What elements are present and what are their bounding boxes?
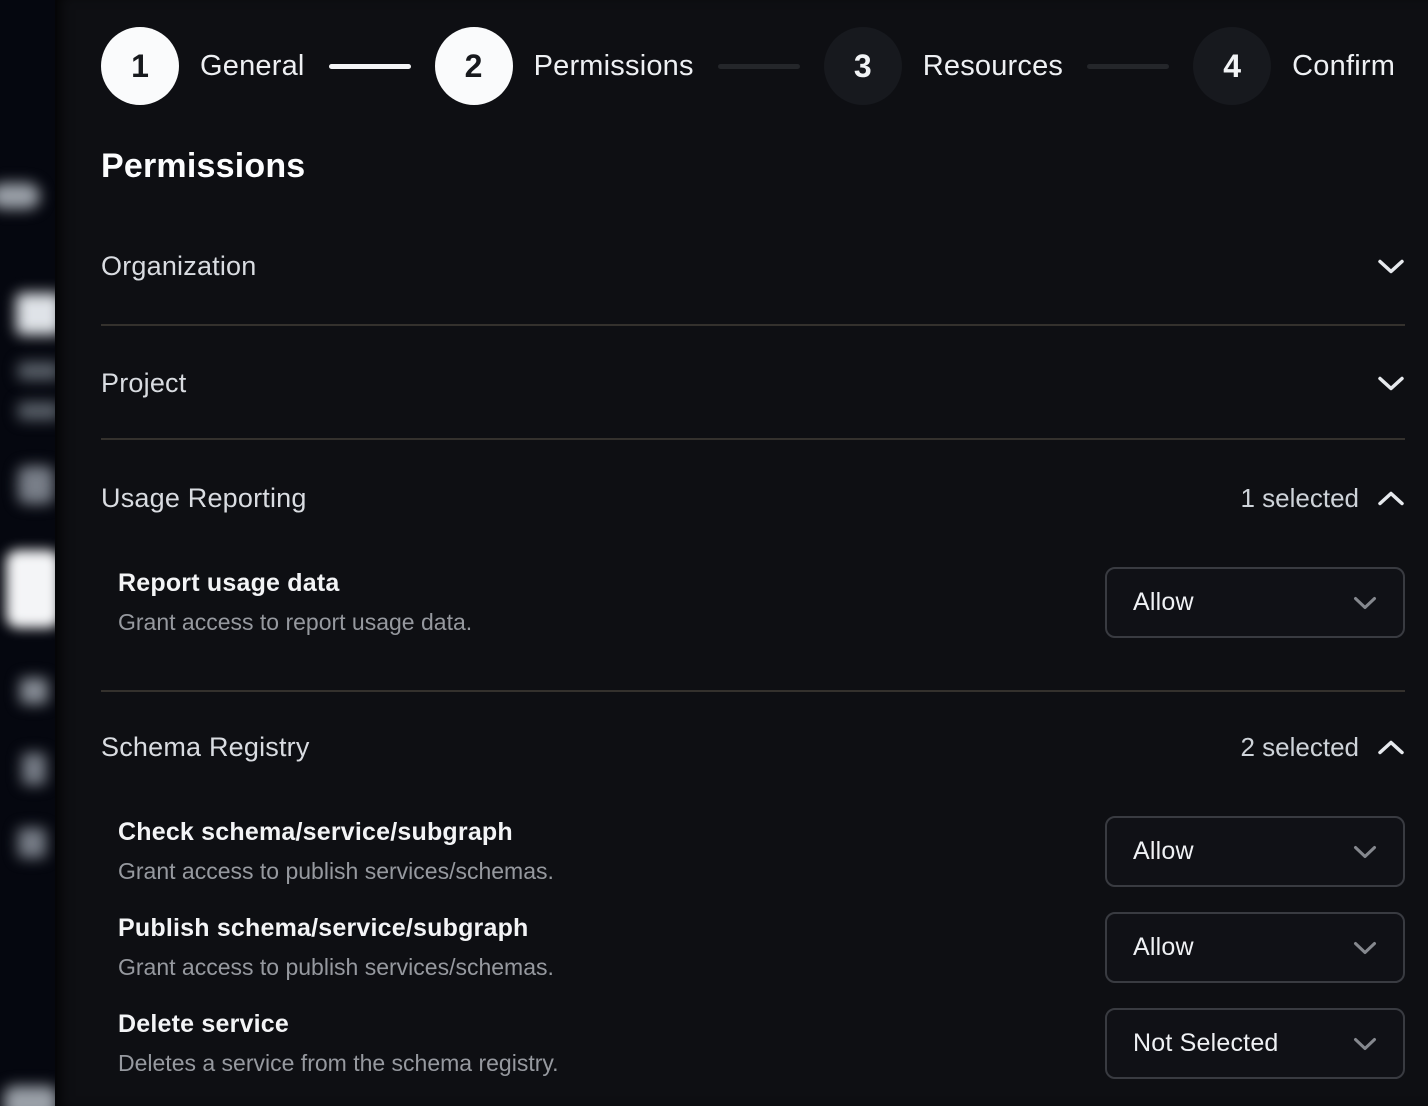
permission-row: Publish schema/service/subgraph Grant ac…	[101, 912, 1405, 983]
blurred-sidebar-item	[4, 1086, 55, 1106]
blurred-sidebar-item	[18, 466, 54, 504]
chevron-down-icon	[1377, 375, 1405, 392]
blurred-sidebar-item	[18, 402, 55, 420]
chevron-down-icon	[1353, 941, 1377, 955]
blurred-sidebar-item	[22, 753, 46, 785]
step-number-badge: 3	[824, 27, 902, 105]
step-label: Permissions	[534, 50, 694, 83]
step-label: General	[200, 50, 305, 83]
permission-select-publish-schema[interactable]: Allow	[1105, 912, 1405, 983]
section-title: Organization	[101, 251, 257, 282]
section-title: Usage Reporting	[101, 483, 307, 514]
step-label: Confirm	[1292, 50, 1395, 83]
step-general[interactable]: 1 General	[101, 27, 305, 105]
permission-title: Publish schema/service/subgraph	[118, 914, 554, 943]
step-label: Resources	[923, 50, 1063, 83]
chevron-down-icon	[1353, 845, 1377, 859]
permission-select-report-usage-data[interactable]: Allow	[1105, 567, 1405, 638]
section-title: Schema Registry	[101, 732, 310, 763]
chevron-down-icon	[1353, 596, 1377, 610]
step-number-badge: 1	[101, 27, 179, 105]
chevron-down-icon	[1353, 1037, 1377, 1051]
permission-row: Report usage data Grant access to report…	[101, 567, 1405, 638]
selected-count-badge: 2 selected	[1240, 732, 1359, 763]
step-permissions[interactable]: 2 Permissions	[435, 27, 694, 105]
blurred-sidebar-item	[0, 183, 40, 209]
step-connector	[1087, 64, 1169, 69]
blurred-sidebar-active-card	[6, 550, 55, 628]
section-title: Project	[101, 368, 186, 399]
step-confirm[interactable]: 4 Confirm	[1193, 27, 1395, 105]
divider	[101, 690, 1405, 692]
permission-title: Check schema/service/subgraph	[118, 818, 554, 847]
section-header-project[interactable]: Project	[101, 368, 1405, 398]
wizard-stepper: 1 General 2 Permissions 3 Resources 4 Co…	[101, 27, 1405, 105]
blurred-sidebar-item	[16, 293, 55, 335]
app-root: 1 General 2 Permissions 3 Resources 4 Co…	[0, 0, 1428, 1106]
page-title: Permissions	[101, 147, 1405, 185]
chevron-up-icon	[1377, 739, 1405, 756]
permission-description: Deletes a service from the schema regist…	[118, 1050, 559, 1077]
chevron-down-icon	[1377, 258, 1405, 275]
chevron-up-icon	[1377, 490, 1405, 507]
permission-select-delete-service[interactable]: Not Selected	[1105, 1008, 1405, 1079]
blurred-sidebar-item	[18, 362, 55, 380]
permission-row: Check schema/service/subgraph Grant acce…	[101, 816, 1405, 887]
create-wizard-modal: 1 General 2 Permissions 3 Resources 4 Co…	[55, 0, 1428, 1106]
section-header-organization[interactable]: Organization	[101, 251, 1405, 281]
permission-title: Delete service	[118, 1010, 559, 1039]
selected-count-badge: 1 selected	[1240, 483, 1359, 514]
step-connector	[329, 64, 411, 69]
step-resources[interactable]: 3 Resources	[824, 27, 1063, 105]
permission-row: Delete service Deletes a service from th…	[101, 1008, 1405, 1079]
select-value: Not Selected	[1133, 1029, 1279, 1058]
select-value: Allow	[1133, 837, 1194, 866]
permission-description: Grant access to publish services/schemas…	[118, 858, 554, 885]
divider	[101, 324, 1405, 326]
permission-title: Report usage data	[118, 569, 472, 598]
section-header-schema-registry[interactable]: Schema Registry 2 selected	[101, 732, 1405, 762]
background-sidebar	[0, 0, 55, 1106]
select-value: Allow	[1133, 933, 1194, 962]
permission-description: Grant access to report usage data.	[118, 609, 472, 636]
section-header-usage-reporting[interactable]: Usage Reporting 1 selected	[101, 483, 1405, 513]
permission-select-check-schema[interactable]: Allow	[1105, 816, 1405, 887]
divider	[101, 438, 1405, 440]
blurred-sidebar-item	[18, 828, 46, 858]
blurred-sidebar-item	[20, 678, 48, 704]
step-number-badge: 2	[435, 27, 513, 105]
permission-description: Grant access to publish services/schemas…	[118, 954, 554, 981]
step-number-badge: 4	[1193, 27, 1271, 105]
select-value: Allow	[1133, 588, 1194, 617]
step-connector	[718, 64, 800, 69]
